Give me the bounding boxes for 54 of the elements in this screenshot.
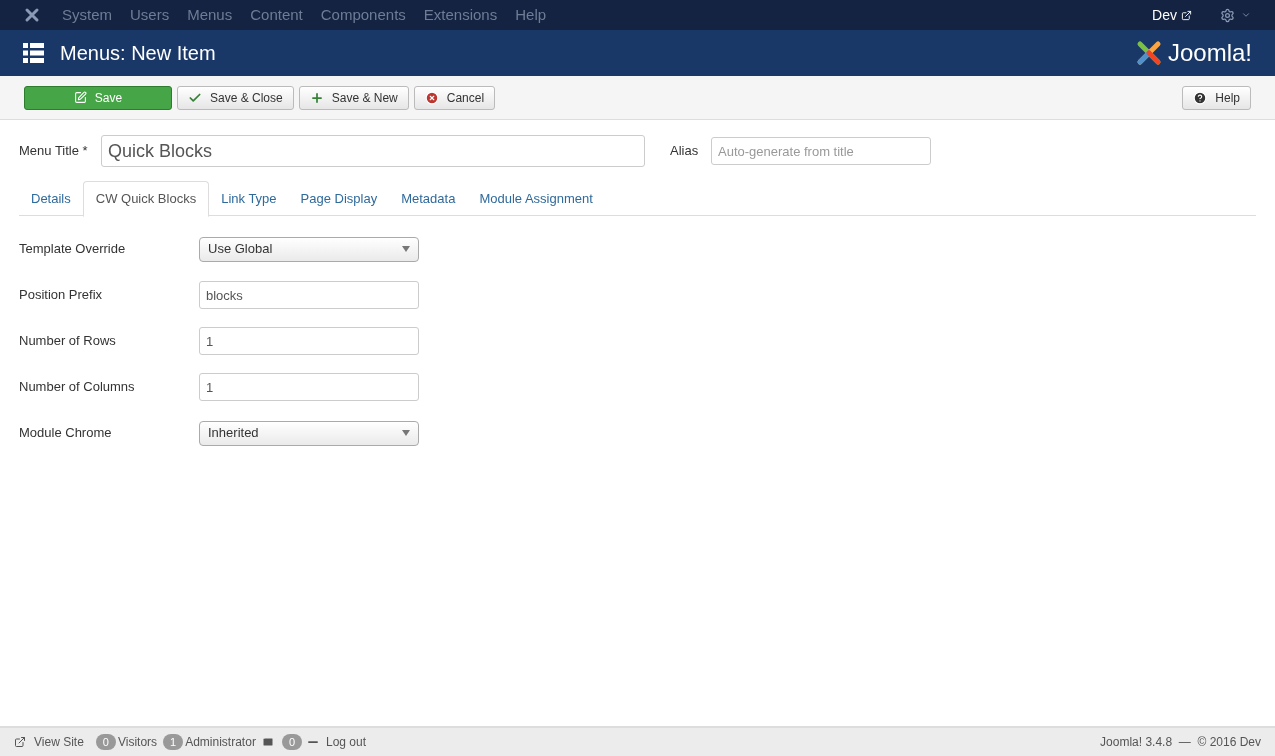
count-badge: 1: [163, 733, 184, 751]
dropdown-arrow-icon: [402, 246, 410, 252]
view-site-link[interactable]: View Site: [34, 733, 84, 751]
text-input[interactable]: blocks: [199, 281, 419, 309]
dropdown-arrow-icon: [402, 430, 410, 436]
field-label: Template Override: [19, 240, 127, 259]
field-label: Menu Title *: [19, 142, 89, 161]
tab[interactable]: Page Display: [288, 181, 390, 216]
visitors-label: Visitors: [117, 734, 158, 751]
administrator-label: Administrator: [185, 734, 256, 751]
title-input[interactable]: Quick Blocks: [101, 135, 645, 167]
alias-input[interactable]: Auto-generate from title: [711, 137, 931, 165]
plus-icon: [309, 90, 324, 105]
tab[interactable]: CW Quick Blocks: [82, 181, 210, 217]
help-icon: [1193, 90, 1208, 105]
version-text: Joomla! 3.4.8 — © 2016 Dev: [1100, 734, 1261, 751]
menu-item[interactable]: Help: [515, 3, 547, 27]
menu-item[interactable]: System: [62, 3, 112, 27]
edit-icon: [73, 91, 87, 104]
text-input[interactable]: 1: [199, 373, 419, 401]
toolbar-button[interactable]: Save & Close: [177, 85, 294, 110]
logo-text: Joomla!: [1167, 38, 1252, 68]
field-label: Position Prefix: [19, 286, 104, 305]
select-field[interactable]: Use Global: [199, 236, 419, 262]
menu-item[interactable]: Users: [130, 3, 170, 27]
menu-item[interactable]: Content: [250, 3, 303, 27]
tab[interactable]: Link Type: [209, 181, 289, 216]
site-link[interactable]: Dev: [1152, 4, 1192, 26]
menu-item[interactable]: Components: [320, 3, 406, 27]
select-field[interactable]: Inherited: [199, 420, 419, 446]
tab[interactable]: Module Assignment: [467, 181, 605, 216]
field-label: Number of Rows: [19, 332, 117, 351]
external-link-icon: [14, 736, 26, 748]
settings-menu[interactable]: [1220, 7, 1251, 23]
field-label: Module Chrome: [19, 424, 113, 443]
external-link-icon: [1181, 9, 1192, 21]
field-label: Alias: [670, 142, 700, 161]
settings-icon: [1220, 7, 1235, 23]
tab[interactable]: Details: [19, 181, 83, 216]
list-icon: [23, 43, 44, 63]
menu-item[interactable]: Menus: [187, 3, 233, 27]
text-input[interactable]: 1: [199, 327, 419, 355]
tab[interactable]: Metadata: [389, 181, 468, 216]
page-title: Menus: New Item: [60, 41, 216, 66]
count-badge: 0: [95, 733, 116, 751]
cancel-icon: [424, 90, 439, 105]
toolbar-button[interactable]: Save & New: [298, 85, 409, 110]
toolbar-button[interactable]: Cancel: [413, 85, 496, 110]
field-label: Number of Columns: [19, 378, 136, 397]
caret-icon: [1241, 10, 1251, 20]
count-badge: 0: [281, 733, 302, 751]
logout-link[interactable]: Log out: [326, 733, 367, 751]
help-button[interactable]: Help: [1182, 85, 1251, 110]
menu-item[interactable]: Extensions: [423, 3, 498, 27]
